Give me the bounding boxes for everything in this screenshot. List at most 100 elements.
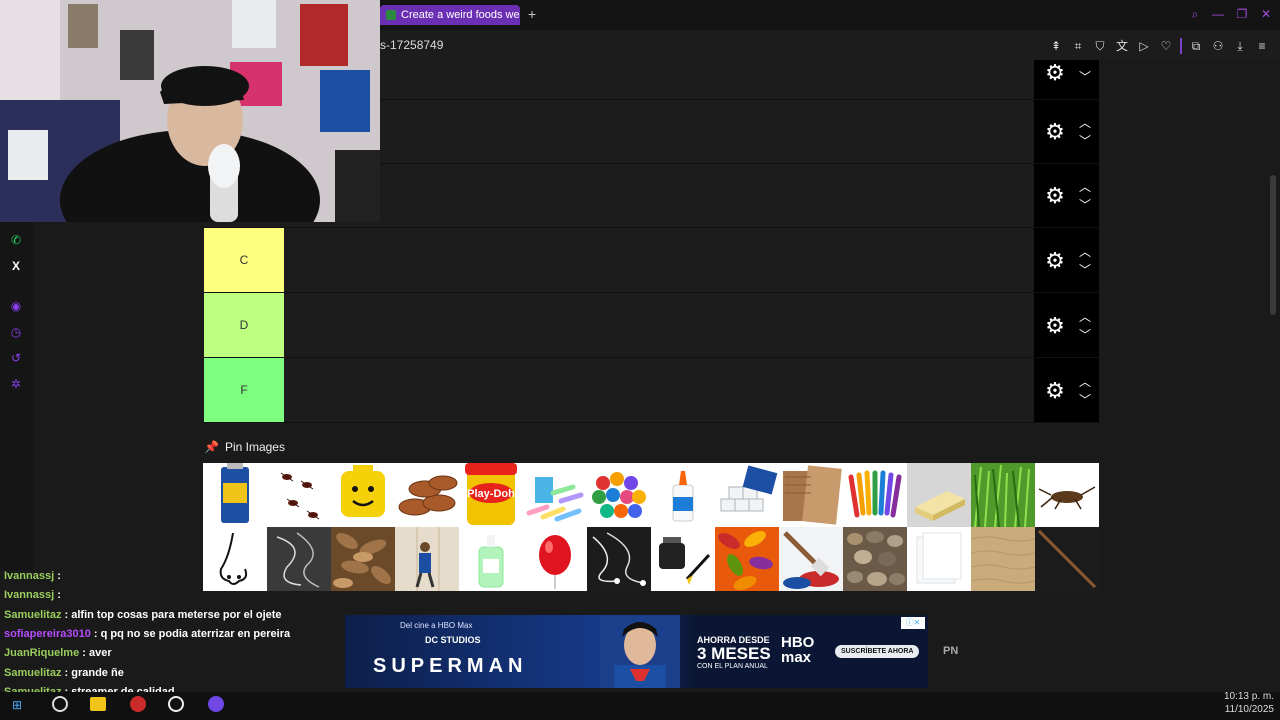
pool-image[interactable] xyxy=(651,527,715,591)
move-down-chevron-icon[interactable]: ﹀ xyxy=(1076,70,1094,84)
whatsapp-icon[interactable]: ✆ xyxy=(8,232,24,248)
tier-drop-zone[interactable] xyxy=(284,100,1034,163)
move-up-chevron-icon[interactable]: ︿ xyxy=(1076,375,1094,389)
pool-image[interactable] xyxy=(779,527,843,591)
tier-settings-gear-icon[interactable]: ⚙ xyxy=(1042,248,1068,274)
move-down-chevron-icon[interactable]: ﹀ xyxy=(1076,393,1094,407)
chat-username[interactable]: Samuelitaz xyxy=(4,667,61,679)
pool-image[interactable]: Play-Doh xyxy=(459,463,523,527)
pool-image[interactable] xyxy=(971,463,1035,527)
shield-icon[interactable]: ⛉ xyxy=(1092,38,1108,54)
pool-image[interactable] xyxy=(907,527,971,591)
pool-image[interactable] xyxy=(395,527,459,591)
pool-image[interactable] xyxy=(267,463,331,527)
profile-icon[interactable]: ⚇ xyxy=(1210,38,1226,54)
tier-drop-zone[interactable] xyxy=(284,164,1034,227)
pool-image[interactable] xyxy=(587,463,651,527)
ad-movie-title: SUPERMAN xyxy=(373,655,528,677)
tier-row: F ⚙ ︿ ﹀ xyxy=(204,358,1099,423)
discord-icon[interactable] xyxy=(208,696,224,712)
tier-label[interactable]: D xyxy=(204,293,284,357)
ad-cta-button[interactable]: SUSCRÍBETE AHORA xyxy=(835,645,920,658)
start-icon[interactable]: ⊞ xyxy=(12,698,26,712)
move-up-chevron-icon[interactable]: ︿ xyxy=(1076,245,1094,259)
pool-image[interactable] xyxy=(779,463,843,527)
pool-image[interactable] xyxy=(715,463,779,527)
menu-icon[interactable]: ≡ xyxy=(1254,38,1270,54)
clock-time: 10:13 p. m. xyxy=(1223,691,1274,702)
browser-tab[interactable]: Create a weird foods we xyxy=(380,5,520,25)
github-icon[interactable] xyxy=(168,696,184,712)
pool-image[interactable] xyxy=(331,463,395,527)
move-up-chevron-icon[interactable]: ︿ xyxy=(1076,180,1094,194)
play-icon[interactable]: ▷ xyxy=(1136,38,1152,54)
pool-image[interactable] xyxy=(907,463,971,527)
search-icon[interactable]: ⌕ xyxy=(1187,6,1203,22)
pin-icon[interactable]: ⇞ xyxy=(1048,38,1064,54)
pool-image[interactable] xyxy=(1035,527,1099,591)
x-icon[interactable]: X xyxy=(8,258,24,274)
extensions-icon[interactable]: ⧉ xyxy=(1188,38,1204,54)
play-circle-icon[interactable]: ◉ xyxy=(8,298,24,314)
ad-banner[interactable]: Del cine a HBO Max DC STUDIOS SUPERMAN A… xyxy=(345,615,928,688)
new-tab-button[interactable]: + xyxy=(524,6,540,22)
chat-username[interactable]: JuanRiquelme xyxy=(4,647,79,659)
pin-images-header[interactable]: 📌 Pin Images xyxy=(204,438,285,456)
move-up-chevron-icon[interactable]: ︿ xyxy=(1076,116,1094,130)
pool-image[interactable] xyxy=(843,527,907,591)
pool-image[interactable] xyxy=(971,527,1035,591)
chat-username[interactable]: Ivannassj xyxy=(4,570,54,582)
pool-image[interactable] xyxy=(843,463,907,527)
tier-label[interactable]: C xyxy=(204,228,284,292)
page-scrollbar[interactable] xyxy=(1270,175,1276,315)
tier-drop-zone[interactable] xyxy=(284,228,1034,292)
pool-image[interactable] xyxy=(651,463,715,527)
folder-icon[interactable] xyxy=(90,697,106,711)
tier-drop-zone[interactable] xyxy=(284,293,1034,357)
tier-settings-gear-icon[interactable]: ⚙ xyxy=(1042,378,1068,404)
translate-icon[interactable]: 文 xyxy=(1114,38,1130,54)
pool-image[interactable] xyxy=(587,527,651,591)
move-down-chevron-icon[interactable]: ﹀ xyxy=(1076,328,1094,342)
chat-username[interactable]: sofiapereira3010 xyxy=(4,628,91,640)
tier-settings-gear-icon[interactable]: ⚙ xyxy=(1042,60,1068,86)
settings-icon[interactable]: ✲ xyxy=(8,376,24,392)
download-icon[interactable]: ⤓ xyxy=(1232,38,1248,54)
pool-image[interactable] xyxy=(203,463,267,527)
pool-image[interactable] xyxy=(1035,463,1099,527)
clock-icon[interactable]: ◷ xyxy=(8,324,24,340)
clock-date: 11/10/2025 xyxy=(1224,704,1274,715)
chat-username[interactable]: Samuelitaz xyxy=(4,609,61,621)
history-icon[interactable]: ↺ xyxy=(8,350,24,366)
tier-settings-gear-icon[interactable]: ⚙ xyxy=(1042,313,1068,339)
heart-icon[interactable]: ♡ xyxy=(1158,38,1174,54)
ad-close-icon[interactable]: ⓘ✕ xyxy=(901,617,925,629)
search-taskbar-icon[interactable] xyxy=(52,696,68,712)
app-icon[interactable] xyxy=(130,696,146,712)
tier-label[interactable]: F xyxy=(204,358,284,422)
chat-text: : aver xyxy=(82,647,112,660)
pool-image[interactable] xyxy=(459,527,523,591)
crop-icon[interactable]: ⌗ xyxy=(1070,38,1086,54)
move-down-chevron-icon[interactable]: ﹀ xyxy=(1076,263,1094,277)
move-down-chevron-icon[interactable]: ﹀ xyxy=(1076,134,1094,148)
move-down-chevron-icon[interactable]: ﹀ xyxy=(1076,198,1094,212)
url-text[interactable]: s-17258749 xyxy=(380,38,443,52)
pool-image[interactable] xyxy=(715,527,779,591)
tier-controls: ⚙ ︿ ﹀ xyxy=(1034,358,1099,422)
tier-row: D ⚙ ︿ ﹀ xyxy=(204,293,1099,358)
pool-image[interactable] xyxy=(523,463,587,527)
tier-drop-zone[interactable] xyxy=(284,60,1034,99)
tier-drop-zone[interactable] xyxy=(284,358,1034,422)
chat-username[interactable]: Ivannassj xyxy=(4,589,54,601)
move-up-chevron-icon[interactable]: ︿ xyxy=(1076,310,1094,324)
pool-image[interactable] xyxy=(395,463,459,527)
webcam-overlay xyxy=(0,0,380,222)
pool-image[interactable] xyxy=(523,527,587,591)
minimize-button[interactable]: — xyxy=(1210,6,1226,22)
tier-settings-gear-icon[interactable]: ⚙ xyxy=(1042,183,1068,209)
maximize-button[interactable]: ❐ xyxy=(1234,6,1250,22)
ad-offer-line3: CON EL PLAN ANUAL xyxy=(697,663,768,670)
tier-settings-gear-icon[interactable]: ⚙ xyxy=(1042,119,1068,145)
close-button[interactable]: ✕ xyxy=(1258,6,1274,22)
